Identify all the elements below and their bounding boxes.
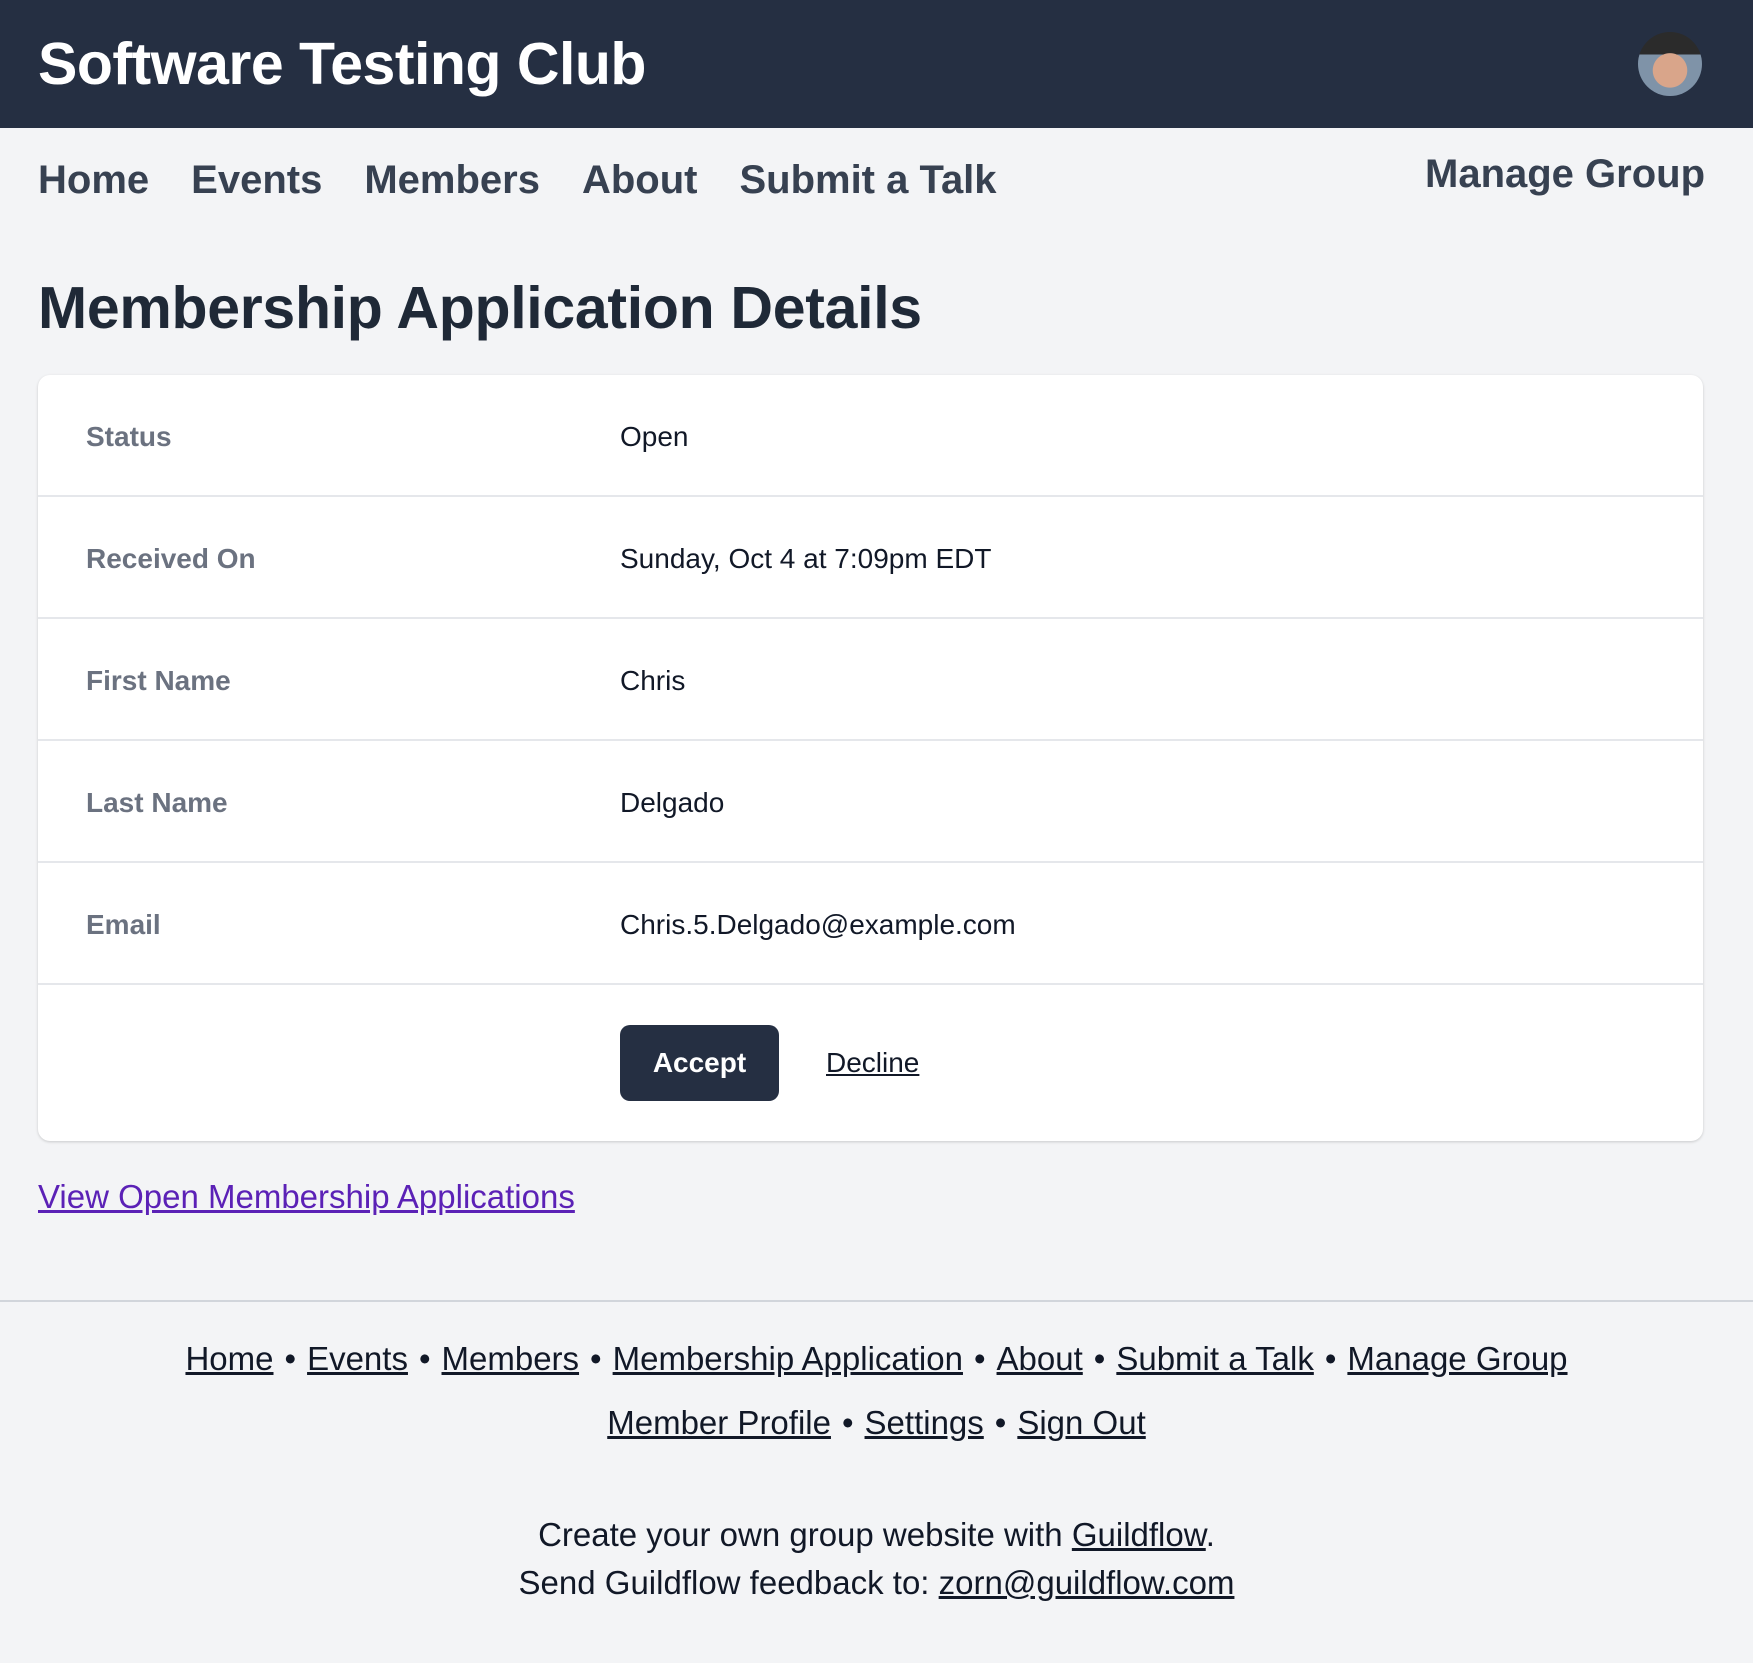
detail-label: Email <box>86 909 161 940</box>
footer-separator: • <box>1093 1340 1106 1377</box>
footer-separator: • <box>1324 1340 1337 1377</box>
footer-link-membership-application[interactable]: Membership Application <box>613 1340 963 1377</box>
application-details-card: Status Open Received On Sunday, Oct 4 at… <box>38 375 1703 1141</box>
main-nav: Home Events Members About Submit a Talk <box>38 158 997 208</box>
footer-separator: • <box>973 1340 986 1377</box>
footer-link-home[interactable]: Home <box>185 1340 273 1377</box>
detail-row-status: Status Open <box>38 375 1703 497</box>
nav-home[interactable]: Home <box>38 158 149 208</box>
footer-link-sign-out[interactable]: Sign Out <box>1017 1404 1145 1441</box>
footer-link-manage-group[interactable]: Manage Group <box>1347 1340 1567 1377</box>
footer-divider <box>0 1300 1753 1302</box>
promo-text: Create your own group website with <box>538 1516 1072 1553</box>
accept-button[interactable]: Accept <box>620 1025 779 1101</box>
footer-separator: • <box>284 1340 297 1377</box>
footer-link-settings[interactable]: Settings <box>865 1404 984 1441</box>
footer-links-row-1: Home • Events • Members • Membership Applicati… <box>0 1340 1753 1378</box>
nav-submit-talk[interactable]: Submit a Talk <box>739 158 996 208</box>
detail-value: Open <box>620 421 689 452</box>
feedback-text: Send Guildflow feedback to: <box>518 1564 939 1601</box>
footer-link-submit-talk[interactable]: Submit a Talk <box>1116 1340 1313 1377</box>
detail-label: Last Name <box>86 787 228 818</box>
feedback-email-link[interactable]: zorn@guildflow.com <box>939 1564 1235 1601</box>
detail-value: Delgado <box>620 787 725 818</box>
footer-feedback: Send Guildflow feedback to: zorn@guildfl… <box>0 1564 1753 1602</box>
view-open-applications-link[interactable]: View Open Membership Applications <box>38 1178 575 1216</box>
page-title: Membership Application Details <box>38 275 922 341</box>
nav-members[interactable]: Members <box>364 158 540 208</box>
detail-row-received-on: Received On Sunday, Oct 4 at 7:09pm EDT <box>38 497 1703 619</box>
nav-events[interactable]: Events <box>191 158 322 208</box>
footer-link-about[interactable]: About <box>997 1340 1083 1377</box>
promo-suffix: . <box>1205 1516 1215 1553</box>
footer-promo: Create your own group website with Guild… <box>0 1516 1753 1554</box>
detail-value: Chris.5.Delgado@example.com <box>620 909 1016 940</box>
decline-link[interactable]: Decline <box>826 1047 919 1079</box>
detail-value: Sunday, Oct 4 at 7:09pm EDT <box>620 543 992 574</box>
footer-links-row-2: Member Profile • Settings • Sign Out <box>0 1404 1753 1442</box>
top-header: Software Testing Club <box>0 0 1753 128</box>
application-actions: Accept Decline <box>38 985 1703 1141</box>
footer-separator: • <box>418 1340 431 1377</box>
footer-link-members[interactable]: Members <box>442 1340 580 1377</box>
footer-separator: • <box>994 1404 1007 1441</box>
detail-row-last-name: Last Name Delgado <box>38 741 1703 863</box>
footer-separator: • <box>590 1340 602 1377</box>
user-avatar-icon[interactable] <box>1638 32 1702 96</box>
nav-about[interactable]: About <box>582 158 698 208</box>
footer-separator: • <box>841 1404 854 1441</box>
detail-label: Received On <box>86 543 256 574</box>
site-title[interactable]: Software Testing Club <box>38 30 646 98</box>
detail-row-first-name: First Name Chris <box>38 619 1703 741</box>
detail-value: Chris <box>620 665 686 696</box>
nav-manage-group[interactable]: Manage Group <box>1425 152 1705 197</box>
guildflow-link[interactable]: Guildflow <box>1072 1516 1206 1553</box>
detail-label: Status <box>86 421 172 452</box>
footer-link-member-profile[interactable]: Member Profile <box>607 1404 831 1441</box>
detail-row-email: Email Chris.5.Delgado@example.com <box>38 863 1703 985</box>
detail-label: First Name <box>86 665 231 696</box>
footer-link-events[interactable]: Events <box>307 1340 408 1377</box>
